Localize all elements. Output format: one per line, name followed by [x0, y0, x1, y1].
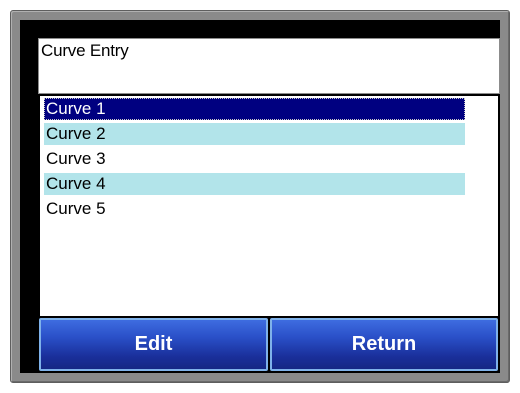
list-item-curve-2[interactable]: Curve 2 [44, 123, 465, 145]
list-item-curve-5[interactable]: Curve 5 [44, 198, 465, 220]
page-title: Curve Entry [41, 41, 129, 60]
return-button[interactable]: Return [270, 318, 498, 371]
title-bar: Curve Entry [38, 38, 500, 94]
list-item-curve-3[interactable]: Curve 3 [44, 148, 465, 170]
list-item-curve-1[interactable]: Curve 1 [44, 98, 465, 120]
curve-list: Curve 1 Curve 2 Curve 3 Curve 4 Curve 5 [40, 96, 498, 316]
edit-button[interactable]: Edit [39, 318, 268, 371]
list-item-curve-4[interactable]: Curve 4 [44, 173, 465, 195]
